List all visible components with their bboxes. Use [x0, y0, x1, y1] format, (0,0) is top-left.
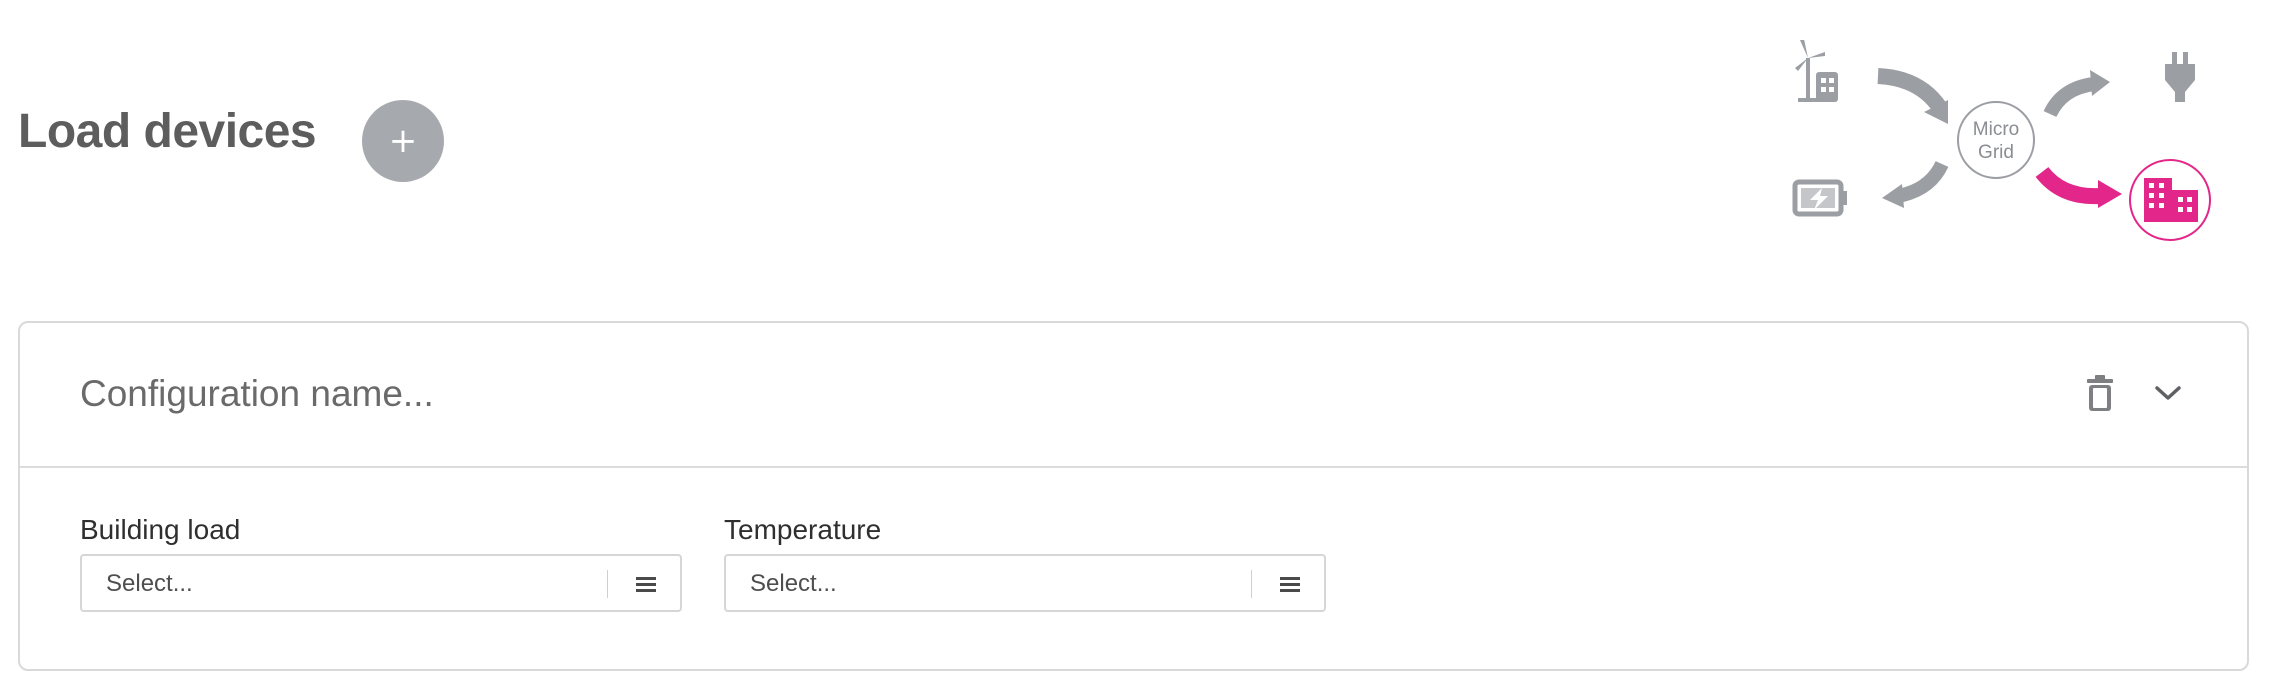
temperature-field: Temperature Select... [724, 514, 1326, 612]
page-title: Load devices [18, 105, 317, 158]
configuration-card: Building load Select... Temperature Sele… [18, 321, 2249, 671]
list-menu-icon [636, 577, 656, 592]
list-menu-icon [1280, 577, 1300, 592]
chevron-down-icon [2155, 386, 2181, 400]
arrow-grid-to-building [2035, 166, 2122, 208]
temperature-select[interactable]: Select... [724, 554, 1326, 612]
add-device-button[interactable]: + [362, 100, 444, 182]
arrow-grid-to-battery [1882, 160, 1949, 208]
center-label-line1: Micro [1973, 119, 2019, 140]
grid-plug-icon [2165, 52, 2195, 102]
temperature-placeholder: Select... [750, 570, 837, 597]
building-load-placeholder: Select... [106, 570, 193, 597]
building-icon [2129, 159, 2211, 241]
wind-solar-icon [1795, 40, 1838, 102]
card-header [20, 323, 2247, 468]
microgrid-diagram: Micro Grid [1792, 40, 2211, 241]
trash-icon [2087, 375, 2113, 411]
microgrid-center: Micro Grid [1957, 101, 2035, 179]
configuration-name-input[interactable] [80, 373, 1280, 415]
delete-button[interactable] [2076, 369, 2124, 417]
building-load-select[interactable]: Select... [80, 554, 682, 612]
select-divider [607, 570, 608, 598]
collapse-button[interactable] [2144, 369, 2192, 417]
arrow-wind-to-grid [1877, 68, 1948, 124]
center-label-line2: Grid [1978, 142, 2014, 163]
temperature-label: Temperature [724, 514, 882, 545]
building-load-field: Building load Select... [80, 514, 682, 612]
select-divider [1251, 570, 1252, 598]
battery-icon [1792, 179, 1847, 217]
arrow-grid-to-plug [2043, 70, 2110, 118]
building-load-label: Building load [80, 514, 241, 545]
